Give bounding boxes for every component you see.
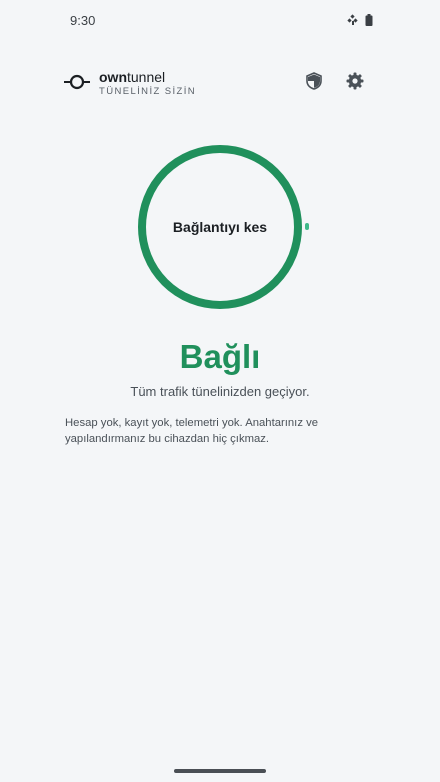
gesture-nav-handle[interactable] — [174, 769, 266, 773]
brand-name-suffix: tunnel — [127, 69, 166, 85]
shield-icon — [306, 71, 322, 95]
status-icons — [347, 13, 373, 31]
brand-name: owntunnel — [99, 69, 196, 85]
brand-tagline: TÜNELİNİZ SİZİN — [99, 86, 197, 97]
battery-icon — [365, 13, 373, 31]
privacy-note: Hesap yok, kayıt yok, telemetri yok. Ana… — [65, 417, 319, 445]
disconnect-button[interactable]: Bağlantıyı kes — [138, 145, 302, 309]
settings-button[interactable] — [344, 72, 366, 94]
satellite-icon — [347, 13, 359, 31]
status-time: 9:30 — [70, 13, 96, 28]
app-header: owntunnel TÜNELİNİZ SİZİN — [0, 66, 440, 102]
security-button[interactable] — [303, 71, 325, 95]
gear-icon — [346, 72, 364, 95]
ring-indicator-dot — [305, 223, 309, 230]
brand-name-prefix: own — [99, 69, 127, 85]
connection-status-title: Bağlı — [179, 338, 261, 375]
brand: owntunnel TÜNELİNİZ SİZİN — [99, 69, 196, 97]
tunnel-logo-icon — [64, 72, 90, 92]
disconnect-label: Bağlantıyı kes — [172, 219, 268, 235]
connection-status-subtitle: Tüm trafik tünelinizden geçiyor. — [130, 384, 310, 399]
status-bar: 9:30 — [0, 0, 440, 40]
